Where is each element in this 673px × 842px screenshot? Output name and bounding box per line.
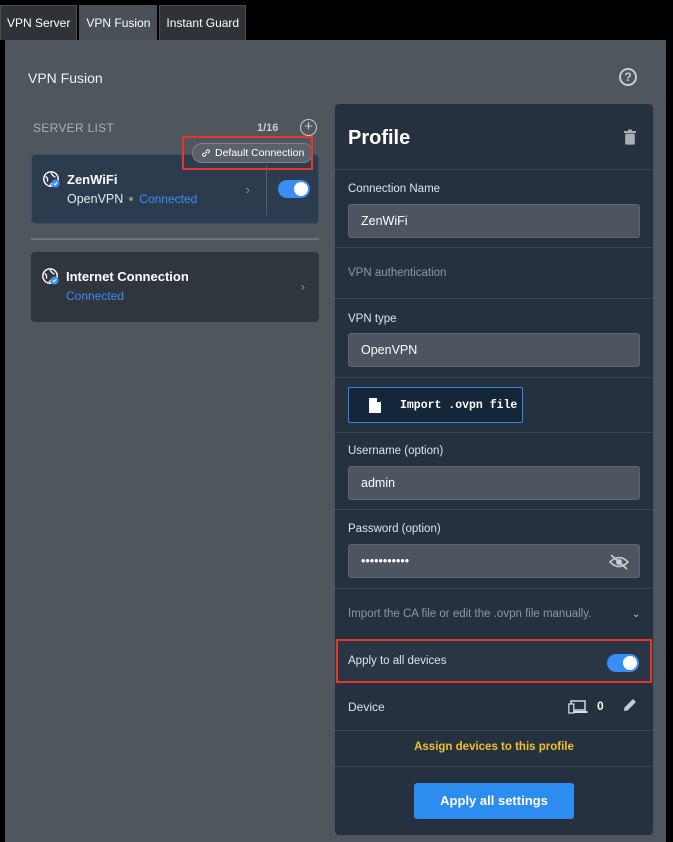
file-icon <box>369 397 381 413</box>
chevron-down-icon[interactable]: ⌄ <box>632 609 640 620</box>
chevron-right-icon: › <box>245 182 250 197</box>
tab-instant-guard[interactable]: Instant Guard <box>159 5 247 40</box>
row-divider <box>335 247 653 248</box>
page-title: VPN Fusion <box>28 70 103 86</box>
password-value: ••••••••••• <box>361 554 410 568</box>
connection-status: Connected <box>66 289 125 303</box>
password-field[interactable]: ••••••••••• <box>348 544 640 578</box>
server-name: Internet Connection <box>66 269 189 284</box>
password-label: Password (option) <box>348 523 441 535</box>
vertical-divider <box>266 165 267 215</box>
globe-icon <box>43 171 60 188</box>
highlight-box <box>182 136 313 170</box>
server-count: 1/16 <box>257 122 279 134</box>
row-divider <box>335 169 653 170</box>
server-card-internet-connection[interactable]: Internet Connection Connected › <box>31 252 319 322</box>
tab-vpn-fusion[interactable]: VPN Fusion <box>79 5 158 40</box>
server-name: ZenWiFi <box>67 172 118 187</box>
row-divider <box>335 509 653 510</box>
server-protocol: OpenVPN <box>67 192 124 206</box>
highlight-box <box>336 639 652 683</box>
vpn-type-select[interactable]: OpenVPN <box>348 333 640 367</box>
username-label: Username (option) <box>348 445 444 457</box>
row-divider <box>335 730 653 731</box>
row-divider <box>335 432 653 433</box>
tab-vpn-server[interactable]: VPN Server <box>0 5 78 40</box>
profile-title: Profile <box>348 127 411 149</box>
globe-icon <box>42 268 59 285</box>
vpn-fusion-panel: VPN Fusion ? SERVER LIST 1/16 + ZenWiFi … <box>5 40 666 842</box>
profile-panel: Profile Connection Name ZenWiFi VPN auth… <box>335 104 653 835</box>
devices-icon <box>568 700 588 714</box>
vpn-type-label: VPN type <box>348 313 397 325</box>
question-circle-icon[interactable]: ? <box>619 68 637 86</box>
connection-name-field[interactable]: ZenWiFi <box>348 204 640 238</box>
row-divider <box>335 377 653 378</box>
connection-name-label: Connection Name <box>348 183 441 195</box>
server-enable-toggle[interactable] <box>278 180 310 198</box>
import-button-label: Import .ovpn file <box>400 398 518 412</box>
device-count: 0 <box>597 699 604 713</box>
server-list-divider <box>31 238 319 240</box>
add-server-button[interactable]: + <box>300 119 317 136</box>
row-divider <box>335 766 653 767</box>
ca-file-label: Import the CA file or edit the .ovpn fil… <box>348 608 592 620</box>
row-divider <box>335 298 653 299</box>
vpn-authentication-label: VPN authentication <box>348 267 447 279</box>
assign-devices-link[interactable]: Assign devices to this profile <box>335 741 653 753</box>
device-label: Device <box>348 700 385 714</box>
server-details: OpenVPN Connected <box>67 192 197 206</box>
import-ovpn-button[interactable]: Import .ovpn file <box>348 387 523 423</box>
connection-status: Connected <box>139 192 198 206</box>
pencil-icon[interactable] <box>622 697 638 713</box>
server-details: Connected <box>66 289 124 303</box>
apply-all-settings-button[interactable]: Apply all settings <box>414 783 574 819</box>
chevron-right-icon: › <box>300 279 305 294</box>
separator-dot <box>129 197 134 201</box>
row-divider <box>335 588 653 589</box>
trash-icon[interactable] <box>623 129 637 145</box>
eye-off-icon[interactable] <box>609 554 629 570</box>
server-list-label: SERVER LIST <box>33 121 115 135</box>
username-field[interactable]: admin <box>348 466 640 500</box>
tab-bar: VPN Server VPN Fusion Instant Guard <box>0 5 248 40</box>
